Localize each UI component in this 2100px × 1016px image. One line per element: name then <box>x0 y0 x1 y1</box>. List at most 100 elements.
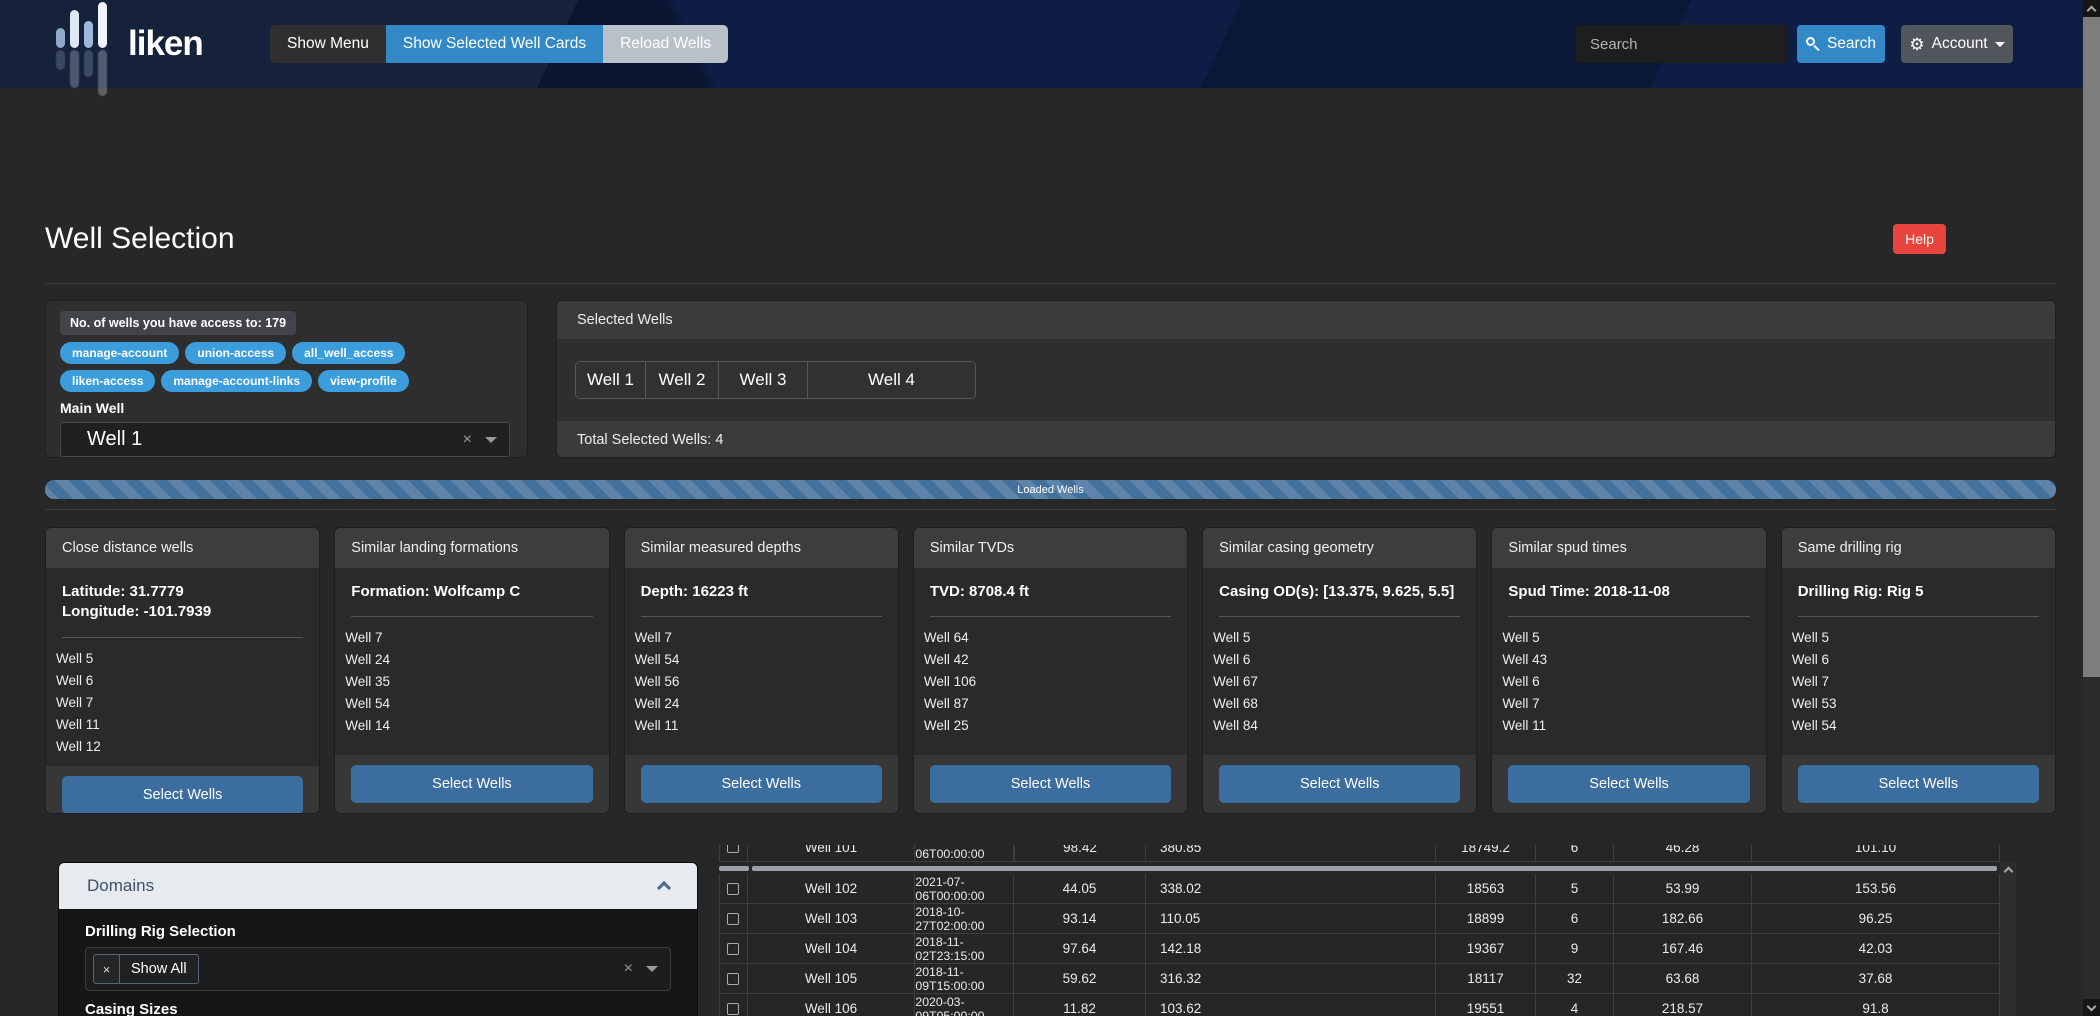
card-info: Depth: 16223 ft <box>641 582 882 602</box>
gear-icon: ⚙ <box>1909 36 1924 53</box>
row-checkbox[interactable] <box>727 845 739 853</box>
table-cell-well-name: Well 102 <box>748 874 916 904</box>
card-divider <box>1508 616 1749 617</box>
account-button-label: Account <box>1932 35 1988 53</box>
table-cell-value: 101.10 <box>1752 845 2000 862</box>
search-button[interactable]: Search <box>1797 25 1885 63</box>
row-checkbox[interactable] <box>727 943 739 955</box>
table-row[interactable]: Well 104 2018-11-02T23:15:00 97.64142.18… <box>719 934 2000 964</box>
similarity-card: Same drilling rig Drilling Rig: Rig 5 We… <box>1781 527 2056 814</box>
table-cell-value: 63.68 <box>1614 964 1752 994</box>
wells-access-count: No. of wells you have access to: 179 <box>60 311 296 335</box>
table-cell-well-name: Well 104 <box>748 934 916 964</box>
well-list-item: Well 5 <box>1502 627 1749 649</box>
card-divider <box>641 616 882 617</box>
table-cell-value: 32 <box>1536 964 1614 994</box>
row-checkbox[interactable] <box>727 973 739 985</box>
page-scrollbar[interactable] <box>2083 0 2100 1016</box>
well-list-item: Well 12 <box>56 736 303 758</box>
domains-panel: Domains Drilling Rig Selection × Show Al… <box>58 862 698 1016</box>
table-row[interactable]: Well 103 2018-10-27T02:00:00 93.14110.05… <box>719 904 2000 934</box>
remove-chip-icon[interactable]: × <box>94 955 120 983</box>
table-cell-spud-time: 2018-10-27T02:00:00 <box>915 904 1014 934</box>
row-checkbox[interactable] <box>727 1003 739 1015</box>
table-row[interactable]: Well 105 2018-11-09T15:00:00 59.62316.32… <box>719 964 2000 994</box>
well-list-item: Well 6 <box>1502 671 1749 693</box>
well-list-item: Well 7 <box>345 627 592 649</box>
card-info-line: Depth: 16223 ft <box>641 582 882 602</box>
main-well-select[interactable]: Well 1 × <box>60 422 510 457</box>
help-button[interactable]: Help <box>1893 224 1946 254</box>
table-cell-value: 103.62 <box>1146 994 1436 1016</box>
table-cell-value: 37.68 <box>1752 964 2000 994</box>
account-menu-button[interactable]: ⚙ Account <box>1901 25 2013 63</box>
table-cell-value: 42.03 <box>1752 934 2000 964</box>
clear-icon[interactable]: × <box>463 432 472 448</box>
caret-down-icon <box>1995 42 2005 47</box>
navbar-button[interactable]: Show Selected Well Cards <box>386 25 603 63</box>
domains-panel-header[interactable]: Domains <box>59 863 697 909</box>
navbar: liken Show Menu Show Selected Well Cards… <box>0 0 2100 88</box>
well-list-item: Well 24 <box>345 649 592 671</box>
card-info-line: TVD: 8708.4 ft <box>930 582 1171 602</box>
select-wells-button[interactable]: Select Wells <box>1219 765 1460 803</box>
role-badge: liken-access <box>60 370 155 392</box>
table-cell-value: 142.18 <box>1146 934 1436 964</box>
table-scrollbar[interactable] <box>2000 862 2016 1016</box>
table-row[interactable]: Well 102 2021-07-06T00:00:00 44.05338.02… <box>719 874 2000 904</box>
search-icon <box>1806 37 1820 51</box>
selected-well-tab[interactable]: Well 2 <box>646 362 719 398</box>
scroll-up-arrow[interactable] <box>2083 0 2100 17</box>
drilling-rig-multiselect[interactable]: × Show All × <box>85 947 671 991</box>
table-row-partial: Well 101 2021-07-06T00:00:00 98.42 380.8… <box>719 845 2000 862</box>
selected-well-tab[interactable]: Well 4 <box>808 362 975 398</box>
selected-well-tab[interactable]: Well 1 <box>576 362 646 398</box>
card-info-line: Longitude: -101.7939 <box>62 602 303 622</box>
navbar-button[interactable]: Reload Wells <box>603 25 728 63</box>
similarity-card: Similar spud times Spud Time: 2018-11-08… <box>1491 527 1766 814</box>
brand-logo[interactable]: liken <box>56 14 203 74</box>
table-cell-value: 18749.2 <box>1436 845 1536 862</box>
table-cell-value: 9 <box>1536 934 1614 964</box>
scrollbar-thumb[interactable] <box>2083 17 2100 677</box>
card-well-list: Well 7Well 24Well 35Well 54Well 14 <box>345 627 592 737</box>
chevron-up-icon[interactable] <box>657 881 671 895</box>
table-cell-value: 218.57 <box>1614 994 1752 1016</box>
similarity-card: Similar landing formations Formation: Wo… <box>334 527 609 814</box>
clear-icon[interactable]: × <box>624 961 633 977</box>
row-checkbox[interactable] <box>727 913 739 925</box>
table-cell-value: 18899 <box>1436 904 1536 934</box>
search-input[interactable] <box>1576 25 1788 63</box>
table-cell-value: 4 <box>1536 994 1614 1016</box>
domains-title: Domains <box>87 876 154 896</box>
select-wells-button[interactable]: Select Wells <box>62 776 303 814</box>
logo-reflection <box>56 50 107 96</box>
table-header-sliver <box>719 866 2000 871</box>
well-list-item: Well 42 <box>924 649 1171 671</box>
select-wells-button[interactable]: Select Wells <box>1508 765 1749 803</box>
card-info-line: Latitude: 31.7779 <box>62 582 303 602</box>
select-wells-button[interactable]: Select Wells <box>1798 765 2039 803</box>
caret-down-icon[interactable] <box>485 437 497 443</box>
select-wells-button[interactable]: Select Wells <box>641 765 882 803</box>
selected-well-tab[interactable]: Well 3 <box>719 362 808 398</box>
caret-down-icon[interactable] <box>646 966 658 972</box>
chevron-up-icon[interactable] <box>2003 867 2013 877</box>
casing-sizes-label: Casing Sizes <box>85 1001 671 1016</box>
well-list-item: Well 11 <box>56 714 303 736</box>
well-list-item: Well 7 <box>635 627 882 649</box>
row-checkbox[interactable] <box>727 883 739 895</box>
scroll-down-arrow[interactable] <box>2083 999 2100 1016</box>
table-cell-value: 18563 <box>1436 874 1536 904</box>
table-cell-spud-time: 2020-03-09T05:00:00 <box>915 994 1014 1016</box>
table-cell-value: 316.32 <box>1146 964 1436 994</box>
well-list-item: Well 54 <box>635 649 882 671</box>
well-list-item: Well 5 <box>1792 627 2039 649</box>
card-title: Similar casing geometry <box>1203 528 1476 568</box>
table-row[interactable]: Well 106 2020-03-09T05:00:00 11.82103.62… <box>719 994 2000 1016</box>
select-wells-button[interactable]: Select Wells <box>930 765 1171 803</box>
select-wells-button[interactable]: Select Wells <box>351 765 592 803</box>
well-list-item: Well 68 <box>1213 693 1460 715</box>
navbar-button[interactable]: Show Menu <box>270 25 386 63</box>
card-divider <box>1219 616 1460 617</box>
